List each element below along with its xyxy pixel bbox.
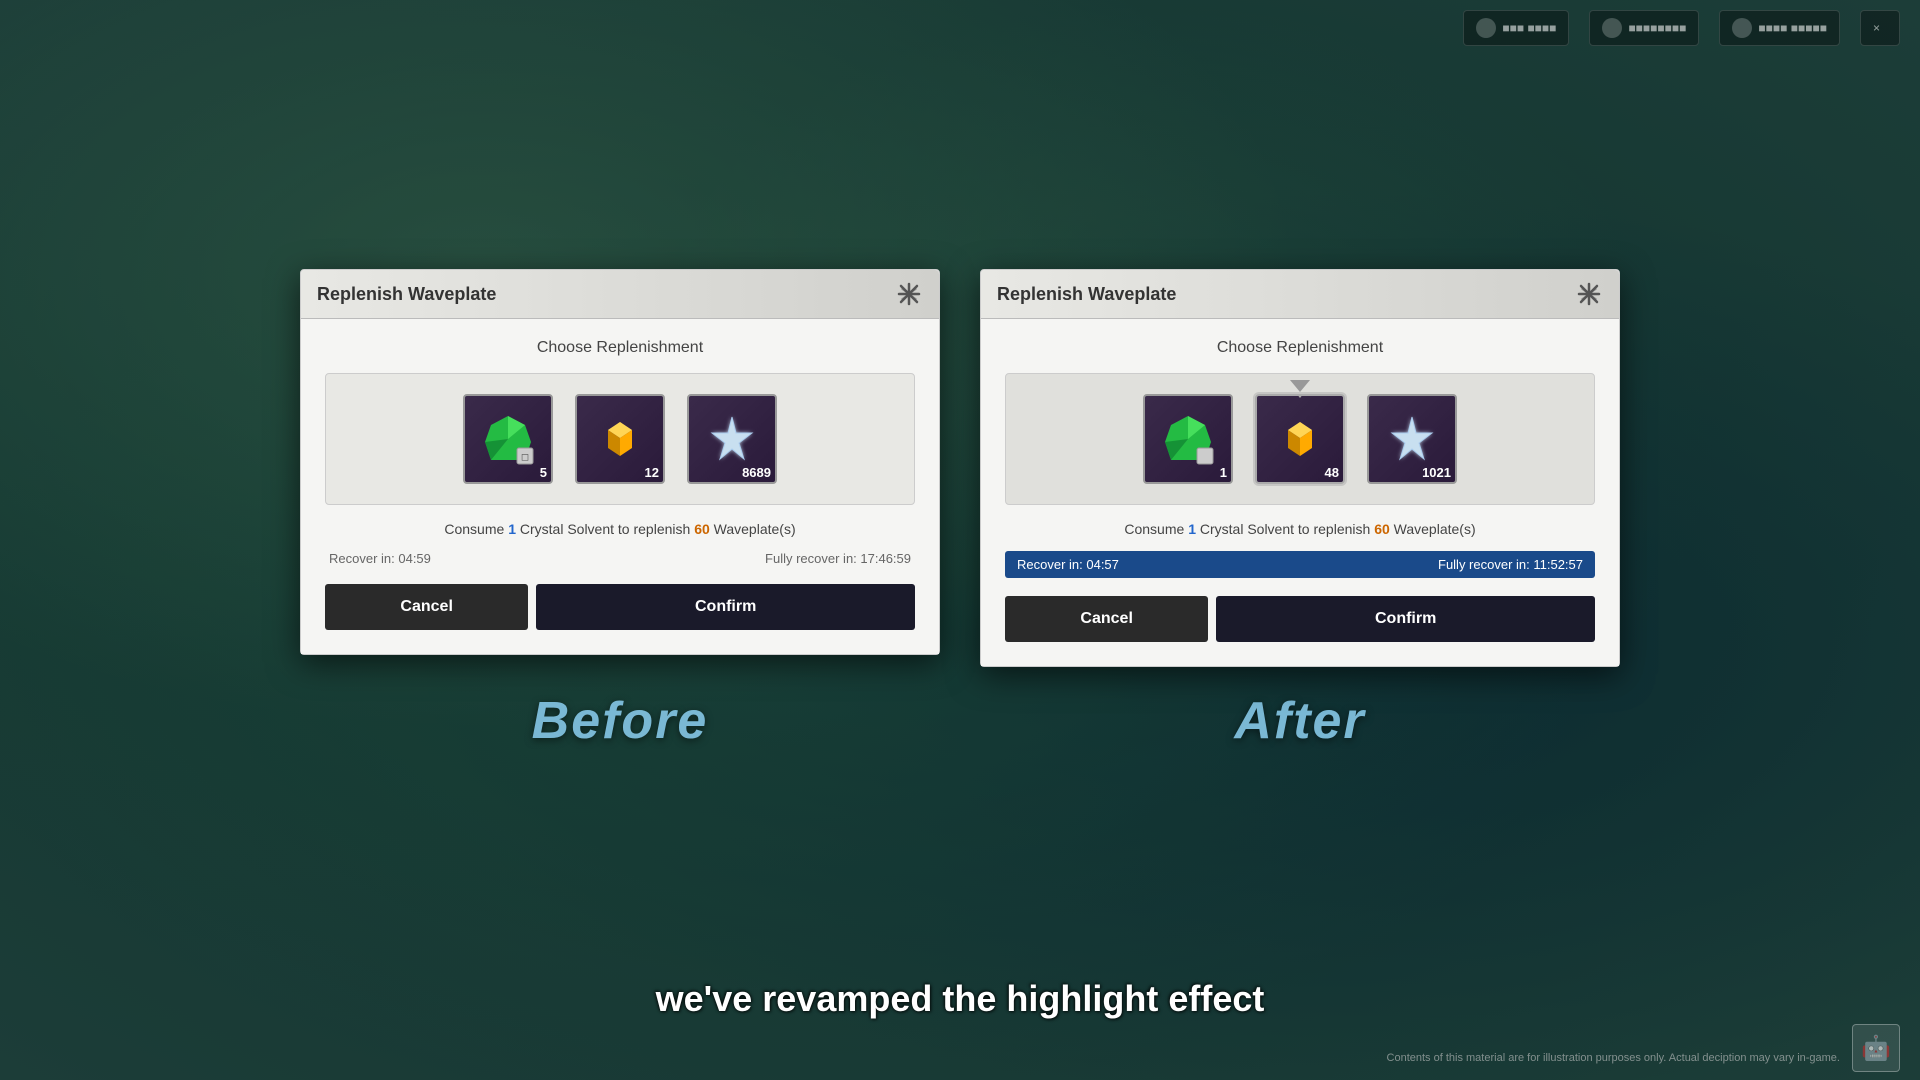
before-dialog-title: Replenish Waveplate (317, 284, 496, 305)
before-fully-recover-label: Fully recover in: 17:46:59 (765, 551, 911, 566)
before-gold-icon (593, 412, 648, 467)
subtitle: we've revamped the highlight effect (656, 978, 1265, 1020)
before-consume-waveplate: 60 (694, 521, 710, 537)
crystal-svg: ◻ (481, 412, 536, 467)
character-figure: 🤖 (1861, 1034, 1891, 1063)
selection-indicator (1290, 380, 1310, 392)
before-item-gold[interactable]: 12 (570, 394, 670, 484)
before-item-star[interactable]: 8689 (682, 394, 782, 484)
before-consume-mid: Crystal Solvent to replenish (516, 521, 694, 537)
before-dialog-body: Choose Replenishment (301, 319, 939, 654)
after-gold-count: 48 (1325, 465, 1339, 480)
after-label: After (980, 691, 1620, 751)
after-fully-recover-label: Fully recover in: 11:52:57 (1438, 557, 1583, 572)
after-consume-text: Consume 1 Crystal Solvent to replenish 6… (1005, 521, 1595, 537)
after-item-crystal-box[interactable]: 1 (1143, 394, 1233, 484)
before-consume-suffix: Waveplate(s) (710, 521, 796, 537)
before-times-row: Recover in: 04:59 Fully recover in: 17:4… (325, 551, 915, 566)
before-label: Before (300, 691, 940, 751)
after-consume-suffix: Waveplate(s) (1390, 521, 1476, 537)
before-item-crystal-box[interactable]: ◻ 5 (463, 394, 553, 484)
before-close-icon (897, 282, 921, 306)
after-recover-label: Recover in: 04:57 (1017, 557, 1119, 572)
after-footer: Cancel Confirm (1005, 596, 1595, 646)
after-consume-mid: Crystal Solvent to replenish (1196, 521, 1374, 537)
after-item-crystal[interactable]: 1 (1138, 394, 1238, 484)
after-crystal-count: 1 (1220, 465, 1227, 480)
main-content: Replenish Waveplate Choose Replenishment (0, 0, 1920, 1080)
after-consume-waveplate: 60 (1374, 521, 1390, 537)
after-consume-prefix: Consume (1124, 521, 1188, 537)
before-item-gold-box[interactable]: 12 (575, 394, 665, 484)
after-dialog-body: Choose Replenishment (981, 319, 1619, 666)
after-star-icon (1385, 412, 1440, 467)
before-items-area: ◻ 5 (325, 373, 915, 505)
after-item-gold-box[interactable]: 48 (1255, 394, 1345, 484)
before-footer: Cancel Confirm (325, 584, 915, 634)
before-dialog-header: Replenish Waveplate (301, 270, 939, 319)
after-crystal-icon (1161, 412, 1216, 467)
before-item-star-box[interactable]: 8689 (687, 394, 777, 484)
before-consume-prefix: Consume (444, 521, 508, 537)
after-crystal-svg (1161, 412, 1216, 467)
after-item-gold[interactable]: 48 (1250, 394, 1350, 484)
after-items-area: 1 (1005, 373, 1595, 505)
before-consume-text: Consume 1 Crystal Solvent to replenish 6… (325, 521, 915, 537)
before-star-count: 8689 (742, 465, 771, 480)
after-star-svg (1385, 412, 1440, 467)
before-crystal-icon: ◻ (481, 412, 536, 467)
before-recover-label: Recover in: 04:59 (329, 551, 431, 566)
after-dialog-title: Replenish Waveplate (997, 284, 1176, 305)
star-svg (705, 412, 760, 467)
after-item-star[interactable]: 1021 (1362, 394, 1462, 484)
before-section-label: Choose Replenishment (325, 339, 915, 357)
before-crystal-count: 5 (540, 465, 547, 480)
before-consume-num: 1 (508, 521, 516, 537)
after-item-star-box[interactable]: 1021 (1367, 394, 1457, 484)
after-star-count: 1021 (1422, 465, 1451, 480)
character-icon: 🤖 (1852, 1024, 1900, 1072)
after-section-label: Choose Replenishment (1005, 339, 1595, 357)
after-dialog-header: Replenish Waveplate (981, 270, 1619, 319)
after-gold-icon (1273, 412, 1328, 467)
gold-cube-svg (593, 412, 648, 467)
after-times-row: Recover in: 04:57 Fully recover in: 11:5… (1005, 551, 1595, 578)
after-consume-num: 1 (1188, 521, 1196, 537)
labels-container: Before After (300, 691, 1620, 751)
after-confirm-button[interactable]: Confirm (1216, 596, 1595, 642)
after-close-button[interactable] (1575, 280, 1603, 308)
before-confirm-button[interactable]: Confirm (536, 584, 915, 630)
before-gold-count: 12 (645, 465, 659, 480)
before-star-icon (705, 412, 760, 467)
after-gold-cube-svg (1273, 412, 1328, 467)
after-cancel-button[interactable]: Cancel (1005, 596, 1208, 642)
dialogs-container: Replenish Waveplate Choose Replenishment (300, 269, 1620, 667)
before-item-crystal[interactable]: ◻ 5 (458, 394, 558, 484)
svg-text:◻: ◻ (520, 452, 528, 463)
disclaimer-text: Contents of this material are for illust… (1387, 1052, 1840, 1064)
before-dialog: Replenish Waveplate Choose Replenishment (300, 269, 940, 655)
before-cancel-button[interactable]: Cancel (325, 584, 528, 630)
before-close-button[interactable] (895, 280, 923, 308)
after-close-icon (1577, 282, 1601, 306)
after-dialog: Replenish Waveplate Choose Replenishment (980, 269, 1620, 667)
